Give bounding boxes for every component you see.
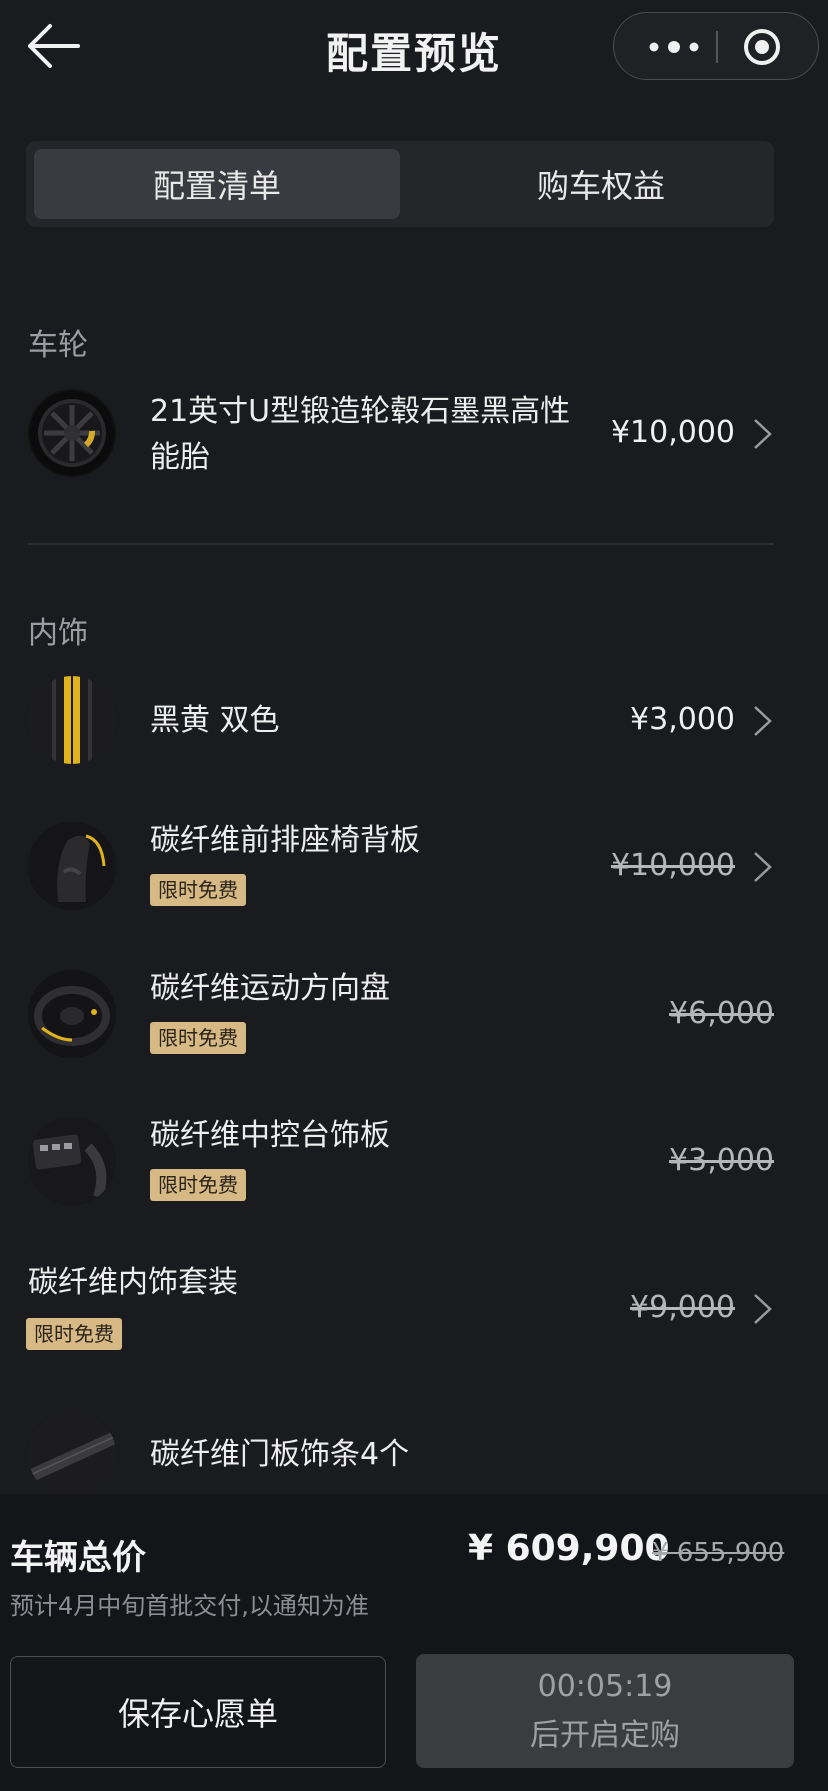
countdown-timer: 00:05:19	[537, 1668, 673, 1704]
item-price: ¥10,000	[610, 848, 735, 883]
list-item[interactable]: 碳纤维内饰套装 限时免费 ¥9,000	[0, 1264, 828, 1356]
seat-back-thumbnail	[28, 822, 116, 910]
item-name: 黑黄 双色	[150, 703, 280, 738]
item-name: 21英寸U型锻造轮毂石墨黑高性 能胎	[150, 389, 590, 481]
checkout-bar: 车辆总价 预计4月中旬首批交付,以通知为准 ¥ 609,900 ¥ 655,90…	[0, 1494, 828, 1791]
nav-bar: 配置预览	[0, 0, 828, 100]
item-name: 碳纤维运动方向盘	[150, 971, 390, 1006]
total-price: ¥ 609,900	[468, 1528, 670, 1569]
list-item[interactable]: 碳纤维门板饰条4个	[0, 1410, 828, 1494]
center-console-thumbnail	[28, 1117, 116, 1205]
item-name-line1: 21英寸U型锻造轮毂石墨黑高性	[150, 394, 571, 429]
list-item[interactable]: 碳纤维中控台饰板 限时免费 ¥3,000	[0, 1117, 828, 1209]
tab-purchase-benefits[interactable]: 购车权益	[418, 149, 784, 219]
limited-free-badge: 限时免费	[150, 1022, 246, 1054]
list-item[interactable]: 21英寸U型锻造轮毂石墨黑高性 能胎 ¥10,000	[0, 385, 828, 485]
item-name: 碳纤维门板饰条4个	[150, 1437, 410, 1472]
order-button[interactable]: 00:05:19 后开启定购	[416, 1654, 794, 1768]
steering-wheel-thumbnail	[28, 970, 116, 1058]
chevron-right-icon	[754, 419, 772, 449]
chevron-right-icon	[754, 852, 772, 882]
chevron-right-icon	[754, 1294, 772, 1324]
more-dots-icon[interactable]	[644, 33, 704, 61]
color-swatch-thumbnail	[28, 676, 116, 764]
limited-free-badge: 限时免费	[150, 1169, 246, 1201]
list-item[interactable]: 碳纤维前排座椅背板 限时免费 ¥10,000	[0, 822, 828, 914]
wheel-thumbnail	[28, 389, 116, 477]
total-price-label: 车辆总价	[10, 1538, 146, 1578]
item-price: ¥3,000	[669, 1143, 774, 1178]
close-target-icon[interactable]	[742, 27, 782, 67]
limited-free-badge: 限时免费	[26, 1318, 122, 1350]
capsule-divider	[716, 31, 718, 63]
section-title-wheels: 车轮	[28, 328, 88, 363]
item-name: 碳纤维中控台饰板	[150, 1118, 390, 1153]
item-price: ¥6,000	[669, 996, 774, 1031]
order-button-label: 后开启定购	[530, 1717, 680, 1753]
original-price: ¥ 655,900	[652, 1538, 785, 1568]
section-divider	[28, 543, 774, 545]
list-item[interactable]: 碳纤维运动方向盘 限时免费 ¥6,000	[0, 970, 828, 1062]
section-title-interior: 内饰	[28, 616, 88, 651]
item-price: ¥9,000	[630, 1290, 735, 1325]
item-price: ¥3,000	[630, 702, 735, 737]
mini-program-capsule	[613, 12, 819, 80]
item-price: ¥10,000	[610, 415, 735, 450]
chevron-right-icon	[754, 706, 772, 736]
item-name-line2: 能胎	[150, 440, 210, 475]
limited-free-badge: 限时免费	[150, 874, 246, 906]
item-name: 碳纤维内饰套装	[28, 1265, 238, 1300]
list-item[interactable]: 黑黄 双色 ¥3,000	[0, 676, 828, 768]
door-trim-thumbnail	[28, 1410, 116, 1494]
tab-bar: 配置清单 购车权益	[26, 141, 774, 227]
tab-config-list[interactable]: 配置清单	[34, 149, 400, 219]
save-wishlist-button[interactable]: 保存心愿单	[10, 1656, 386, 1768]
delivery-note: 预计4月中旬首批交付,以通知为准	[10, 1592, 369, 1620]
item-name: 碳纤维前排座椅背板	[150, 823, 420, 858]
